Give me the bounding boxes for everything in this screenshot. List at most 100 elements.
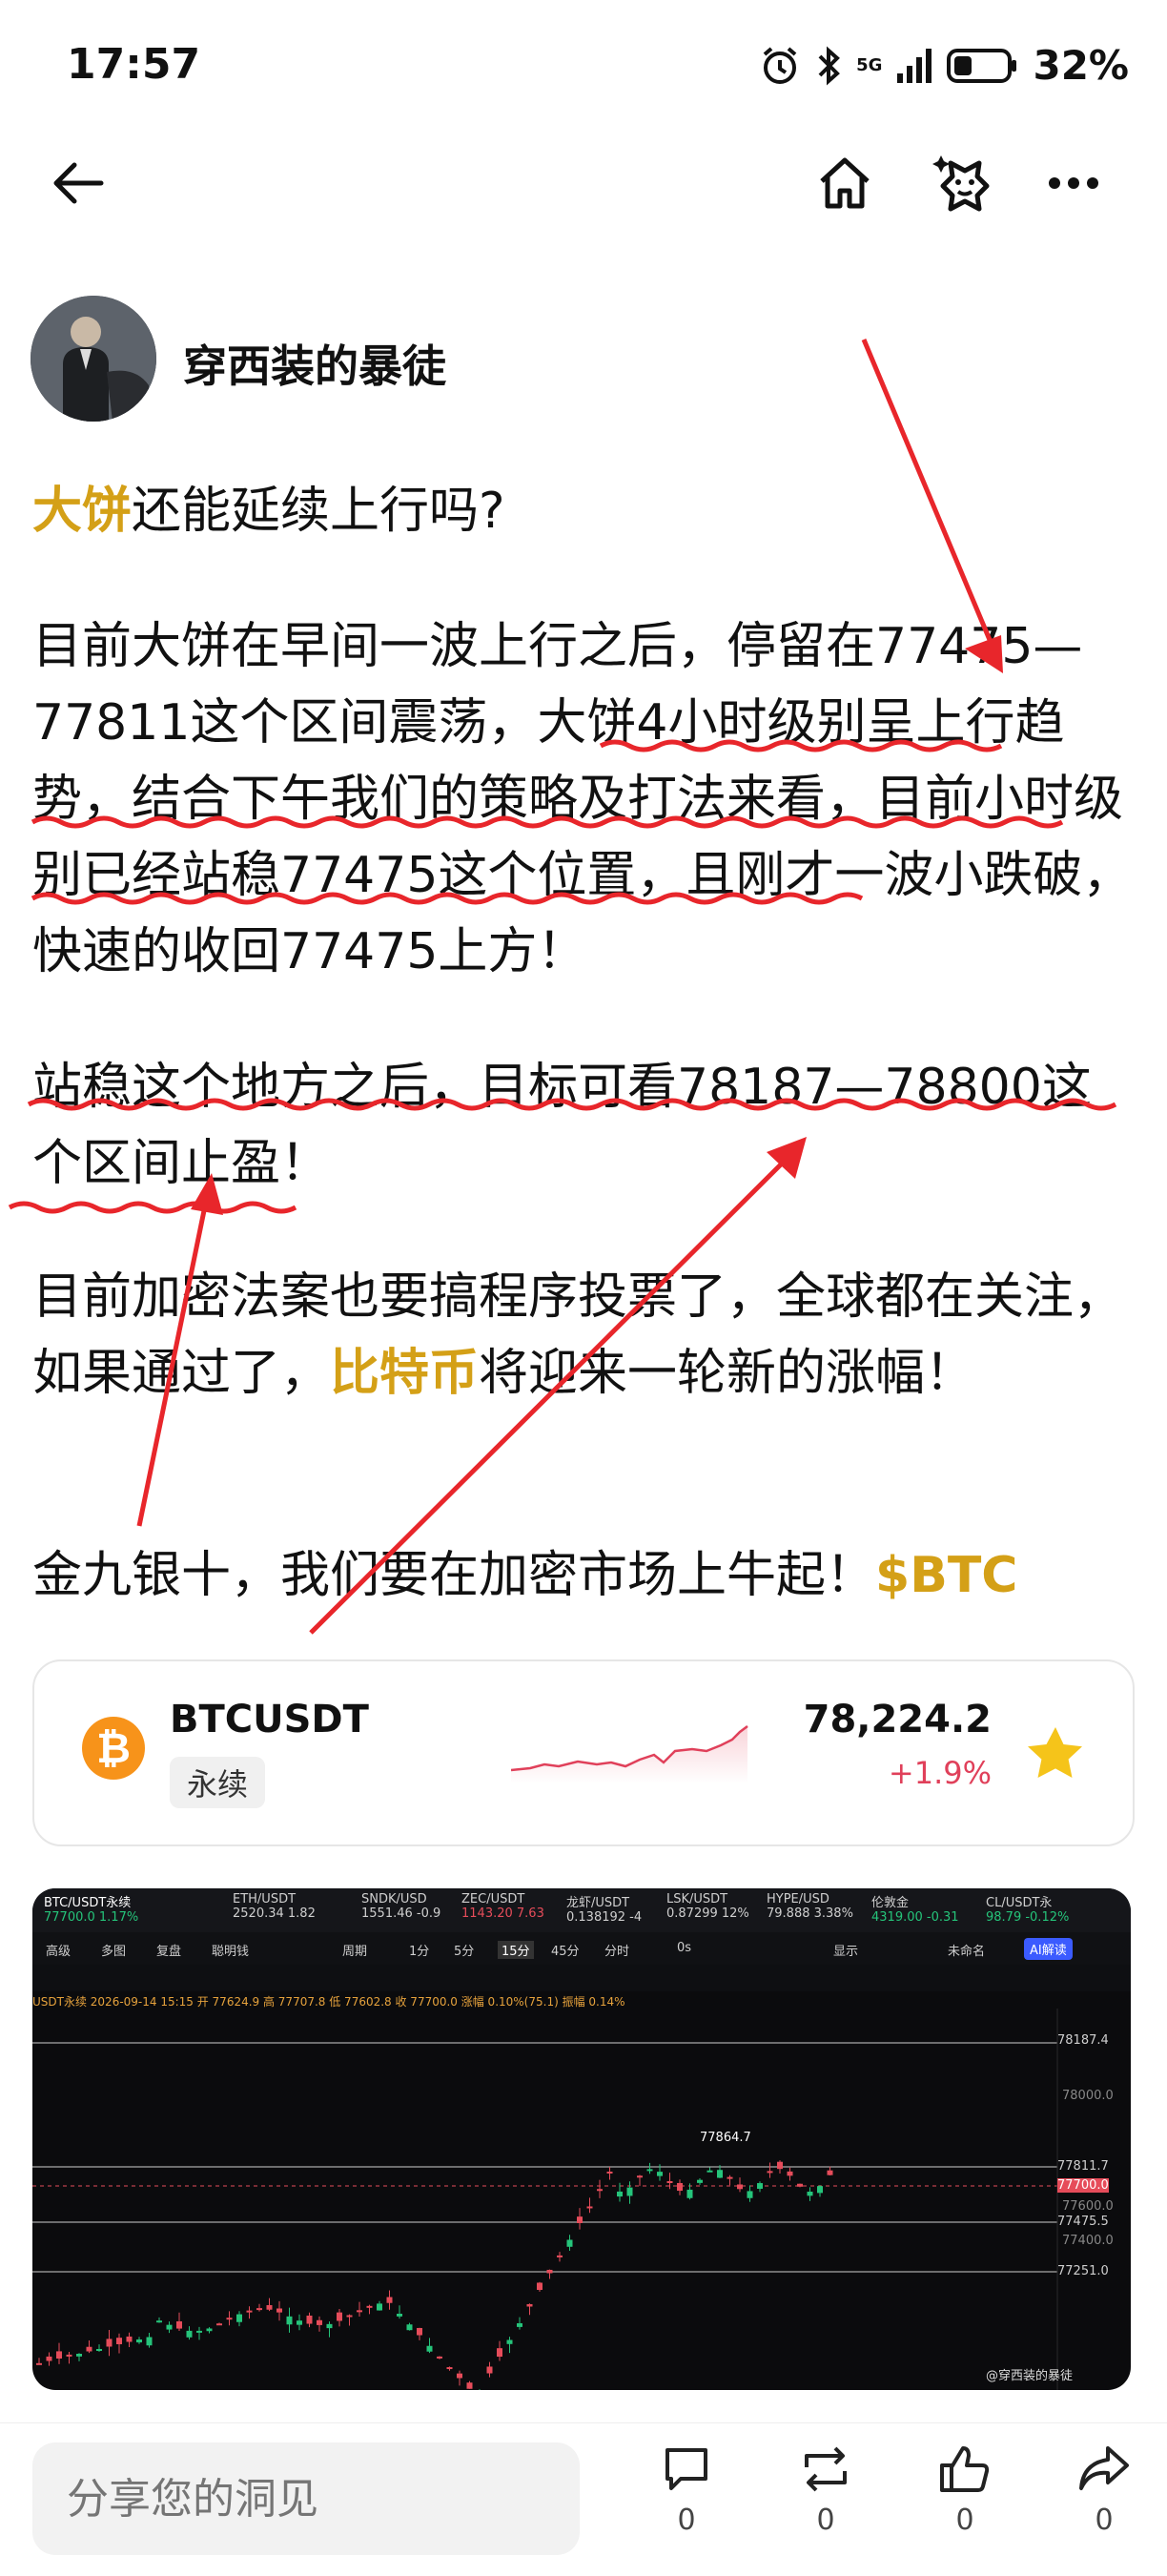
toolbar-15m: 15分 bbox=[498, 1941, 534, 1959]
repost-button[interactable]: 0 bbox=[788, 2442, 864, 2537]
favorite-star-icon[interactable] bbox=[1026, 1724, 1085, 1782]
candle-body bbox=[226, 2318, 233, 2320]
candle-body bbox=[196, 2330, 202, 2333]
candle-body bbox=[377, 2303, 382, 2311]
alarm-icon bbox=[763, 46, 797, 84]
toolbar-display: 显示 bbox=[833, 1945, 859, 1959]
like-button[interactable]: 0 bbox=[927, 2442, 1003, 2537]
candle-body bbox=[757, 2183, 763, 2189]
candle-body bbox=[677, 2182, 683, 2192]
toolbar-0s: 0s bbox=[677, 1941, 692, 1955]
candle-body bbox=[366, 2305, 373, 2308]
candle-body bbox=[586, 2206, 593, 2209]
repost-count: 0 bbox=[816, 2504, 835, 2537]
candle-body bbox=[777, 2161, 783, 2170]
candle-body bbox=[246, 2310, 253, 2313]
candle-body bbox=[286, 2316, 293, 2325]
bitcoin-icon: ₿ bbox=[82, 1717, 145, 1780]
home-button[interactable] bbox=[807, 145, 883, 221]
share-button[interactable]: 0 bbox=[1066, 2442, 1142, 2537]
cashtag-btc[interactable]: $BTC bbox=[875, 1547, 1017, 1604]
post-paragraph-2: 站稳这个地方之后，目标可看78187—78800这个区间止盈！ bbox=[32, 1059, 1092, 1192]
candle-body bbox=[406, 2324, 413, 2331]
price-label-current: 77700.0 bbox=[1057, 2178, 1109, 2193]
avatar[interactable] bbox=[31, 296, 156, 422]
candle-body bbox=[417, 2327, 422, 2336]
candle-body bbox=[156, 2320, 162, 2323]
coin-card[interactable]: ₿ BTCUSDT 永续 78,224.2 +1.9% bbox=[32, 1659, 1135, 1846]
ticker-6: HYPE/USD 79.888 3.38% bbox=[767, 1892, 853, 1921]
coin-price: 78,224.2 bbox=[803, 1698, 992, 1741]
candlestick-chart bbox=[32, 2009, 1058, 2390]
candle-body bbox=[497, 2348, 502, 2357]
candle-body bbox=[446, 2367, 453, 2370]
candle-body bbox=[506, 2339, 513, 2344]
comment-button[interactable]: 0 bbox=[648, 2442, 725, 2537]
status-time: 17:57 bbox=[67, 40, 201, 89]
ai-assistant-button[interactable] bbox=[927, 145, 1003, 221]
coin-link-bitcoin[interactable]: 比特币 bbox=[330, 1345, 479, 1402]
candle-body bbox=[457, 2373, 462, 2379]
candle-body bbox=[56, 2351, 62, 2359]
ticker-3: ZEC/USDT 1143.20 7.63 bbox=[461, 1892, 544, 1921]
attached-chart-image[interactable]: BTC/USDT永续 77700.0 1.17% ETH/USDT 2520.34 … bbox=[32, 1888, 1131, 2390]
candle-body bbox=[426, 2345, 433, 2352]
candle-body bbox=[747, 2191, 753, 2198]
author-name[interactable]: 穿西装的暴徒 bbox=[183, 332, 446, 395]
candle-body bbox=[657, 2172, 663, 2176]
sparkline bbox=[511, 1725, 748, 1783]
candle-body bbox=[256, 2308, 262, 2311]
candle-body bbox=[797, 2183, 803, 2187]
candle-body bbox=[46, 2356, 52, 2361]
candle-body bbox=[236, 2314, 242, 2322]
thumbs-up-icon bbox=[940, 2446, 990, 2492]
candle-body bbox=[136, 2339, 142, 2343]
bluetooth-icon bbox=[818, 46, 841, 85]
repost-icon bbox=[805, 2446, 847, 2492]
price-label-77600: 77600.0 bbox=[1062, 2199, 1114, 2214]
candle-body bbox=[466, 2382, 473, 2389]
candle-body bbox=[437, 2356, 442, 2359]
toolbar-45m: 45分 bbox=[551, 1945, 580, 1959]
back-button[interactable] bbox=[40, 145, 116, 221]
post-paragraph-4-text: 金九银十，我们要在加密市场上牛起！ bbox=[32, 1547, 876, 1604]
candle-body bbox=[557, 2255, 563, 2257]
candle-body bbox=[86, 2346, 92, 2352]
coin-link-dabing[interactable]: 大饼 bbox=[32, 483, 132, 540]
underline-wave-5 bbox=[8, 1201, 297, 1214]
comment-input[interactable] bbox=[32, 2442, 580, 2555]
ticker-4: 龙虾/USDT 0.138192 -4 bbox=[566, 1896, 643, 1925]
candle-body bbox=[106, 2339, 113, 2347]
toolbar-1m: 1分 bbox=[409, 1945, 430, 1959]
more-button[interactable] bbox=[1035, 145, 1112, 221]
candle-body bbox=[176, 2321, 182, 2329]
candle-body bbox=[186, 2330, 193, 2338]
comment-count: 0 bbox=[677, 2504, 696, 2537]
toolbar-unnamed: 未命名 bbox=[948, 1945, 986, 1959]
candle-body bbox=[146, 2337, 153, 2346]
toolbar-advanced: 高级 bbox=[46, 1945, 72, 1959]
toolbar-timeshare: 分时 bbox=[604, 1945, 630, 1959]
post-paragraph-3-text-b: 将迎来一轮新的涨幅！ bbox=[479, 1345, 975, 1402]
more-icon bbox=[1049, 177, 1098, 189]
chart-watermark: @穿西装的暴徒 bbox=[986, 2369, 1074, 2383]
candle-body bbox=[297, 2320, 302, 2325]
candle-body bbox=[617, 2191, 623, 2197]
candle-body bbox=[597, 2189, 603, 2192]
battery-percent: 32% bbox=[1033, 42, 1129, 89]
peak-label: 77864.7 bbox=[700, 2131, 751, 2145]
price-label-77251: 77251.0 bbox=[1057, 2264, 1109, 2278]
price-label-78000: 78000.0 bbox=[1062, 2089, 1114, 2103]
candle-body bbox=[666, 2181, 673, 2184]
candle-body bbox=[357, 2310, 362, 2313]
candle-body bbox=[386, 2297, 393, 2303]
toolbar-5m: 5分 bbox=[454, 1945, 475, 1959]
candle-body bbox=[686, 2189, 693, 2198]
status-icons: 5G 32% bbox=[759, 42, 1129, 89]
post-paragraph-1: 目前大饼在早间一波上行之后，停留在77475—77811这个区间震荡，大饼4小时… bbox=[32, 618, 1133, 980]
candle-body bbox=[626, 2187, 633, 2196]
candle-body bbox=[706, 2170, 713, 2173]
battery-icon bbox=[947, 48, 1017, 83]
ticker-0: BTC/USDT永续 77700.0 1.17% bbox=[44, 1896, 139, 1925]
contract-type-badge: 永续 bbox=[170, 1757, 266, 1808]
